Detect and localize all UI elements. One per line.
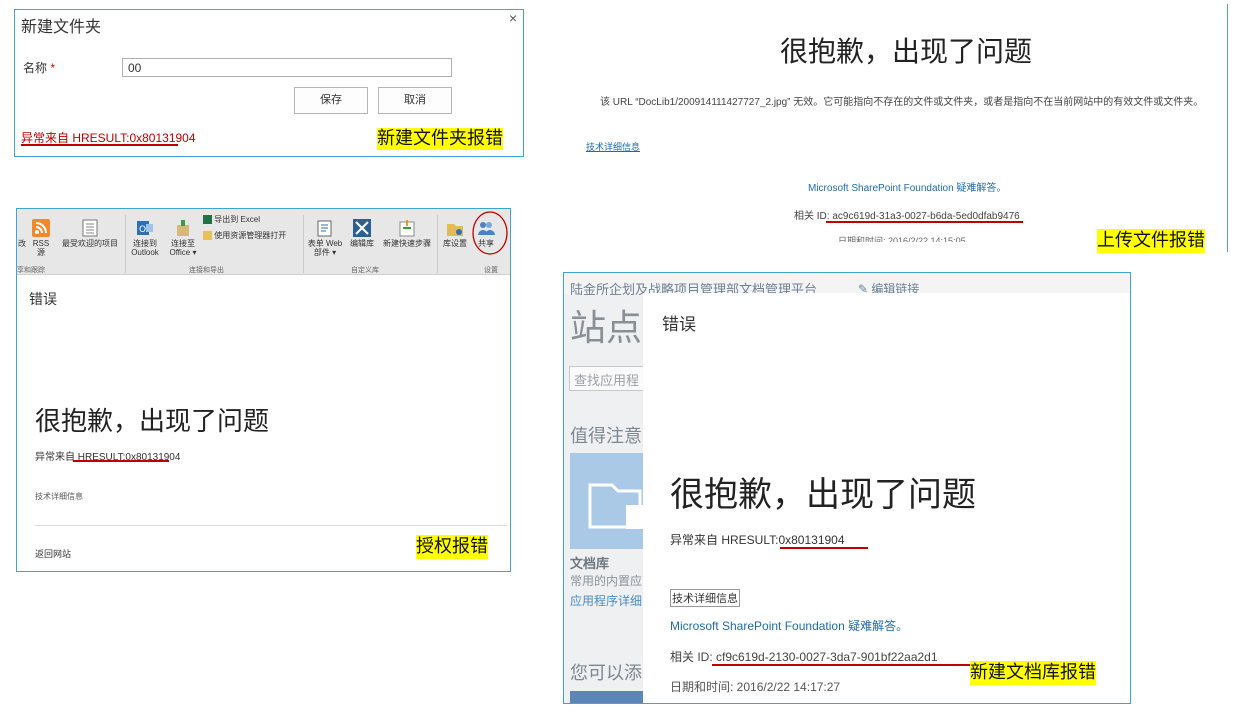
tech-details-link[interactable]: 技术详细信息 (670, 589, 740, 607)
underline-mark (21, 144, 178, 146)
rss-icon (32, 219, 50, 237)
name-label-text: 名称 (23, 61, 48, 75)
ribbon-label: 编辑库 (350, 239, 374, 248)
frame-edge (1227, 4, 1228, 252)
ribbon-label: 导出到 Excel (214, 215, 261, 224)
cancel-button[interactable]: 取消 (378, 87, 452, 114)
upload-error-page: 很抱歉，出现了问题 该 URL “DocLib1/200914111427727… (536, 0, 1230, 256)
correlation-id: 相关 ID: cf9c619d-2130-0027-3da7-901bf22aa… (670, 650, 938, 664)
annotation-label: 上传文件报错 (1097, 229, 1205, 253)
correlation-id: 相关 ID: ac9c619d-31a3-0027-b6da-5ed0dfab9… (794, 211, 1020, 222)
error-title: 错误 (29, 291, 57, 307)
underline-mark (780, 547, 868, 549)
form-icon (317, 220, 332, 237)
ribbon-group-label: 设置 (484, 267, 498, 274)
ribbon-office[interactable]: 连接至 Office ▾ (165, 219, 201, 257)
required-mark: * (47, 61, 56, 75)
annotation-label: 新建文件夹报错 (377, 128, 503, 150)
explorer-icon (203, 231, 212, 241)
ribbon-label: 表单 Web 部件 ▾ (307, 239, 343, 257)
ribbon-group-label: 享和跟踪 (17, 267, 45, 274)
ribbon-separator (125, 215, 126, 273)
library-settings-icon (447, 224, 463, 236)
svg-text:O: O (139, 225, 146, 235)
background-app-link[interactable]: 应用程序详细 (570, 592, 642, 609)
close-icon[interactable]: × (509, 10, 517, 26)
ribbon-form-webpart[interactable]: 表单 Web 部件 ▾ (305, 219, 345, 257)
ribbon-label: 库设置 (443, 239, 467, 248)
underline-mark (712, 664, 974, 666)
save-button[interactable]: 保存 (294, 87, 368, 114)
document-library-tile[interactable] (570, 453, 648, 549)
background-common-text: 常用的内置应 (570, 574, 643, 588)
error-heading: 很抱歉，出现了问题 (780, 36, 1033, 67)
ribbon-label: 最受欢迎的项目 (62, 239, 118, 248)
ribbon-edit-library[interactable]: 编辑库 (347, 219, 377, 248)
ribbon-separator (437, 215, 438, 273)
divider (35, 525, 507, 526)
background-doclib-label: 文档库 (570, 556, 610, 571)
ribbon-label: 新建快速步骤 (383, 239, 431, 248)
ribbon-group-label: 自定义库 (351, 267, 379, 274)
troubleshoot-link[interactable]: Microsoft SharePoint Foundation 疑难解答。 (808, 179, 1006, 194)
ribbon-separator (303, 215, 304, 273)
ribbon-label: 使用资源管理器打开 (214, 231, 287, 240)
underline-mark (826, 221, 1023, 223)
office-icon (177, 220, 189, 236)
background-notice-heading: 值得注意 (570, 426, 642, 446)
troubleshoot-link[interactable]: Microsoft SharePoint Foundation 疑难解答。 (670, 617, 908, 634)
hand-drawn-circle (472, 211, 508, 255)
ribbon-quick-step[interactable]: 新建快速步骤 (379, 219, 435, 248)
ribbon-label: 连接至 Office ▾ (169, 239, 197, 257)
tech-details-link[interactable]: 技术详细信息 (586, 140, 640, 153)
underline-mark (73, 460, 169, 462)
name-label: 名称 * (23, 59, 55, 76)
edit-library-icon (353, 219, 371, 237)
ribbon-cut-label: 改 (18, 239, 26, 248)
ribbon-outlook[interactable]: O 连接到 Outlook (127, 219, 163, 257)
ribbon: 改 RSS 源 最受欢迎的项目 O 连接到 Outlook 连接至 Office… (17, 209, 510, 275)
ribbon-group-label: 连接和导出 (189, 267, 224, 274)
ribbon-rss[interactable]: RSS 源 (31, 219, 51, 257)
background-tile (570, 691, 648, 703)
background-add-heading: 您可以添 (570, 663, 642, 683)
background-site-heading: 站点 (570, 307, 643, 348)
outlook-icon: O (137, 221, 153, 235)
tech-details-link[interactable]: 技术详细信息 (35, 491, 83, 502)
list-icon (82, 219, 98, 237)
background-search-input[interactable]: 查找应用程 (569, 366, 649, 391)
new-folder-dialog: 新建文件夹 × 名称 * 00 保存 取消 异常来自 HRESULT:0x801… (14, 9, 524, 157)
name-input[interactable]: 00 (122, 58, 452, 77)
authorization-error-page: 改 RSS 源 最受欢迎的项目 O 连接到 Outlook 连接至 Office… (16, 208, 511, 572)
error-heading: 很抱歉，出现了问题 (670, 476, 976, 514)
new-doclib-error-page: 陆金所企划及战略项目管理部文档管理平台 ✎ 编辑链接 站点 查找应用程 值得注意… (563, 272, 1131, 704)
error-title: 错误 (662, 315, 696, 334)
quick-step-icon (399, 220, 415, 237)
annotation-label: 授权报错 (416, 535, 488, 559)
error-heading: 很抱歉，出现了问题 (35, 406, 270, 436)
ribbon-open-explorer[interactable]: 使用资源管理器打开 (203, 231, 299, 241)
date-time: 日期和时间: 2016/2/22 14:17:27 (670, 680, 841, 694)
annotation-label: 新建文档库报错 (970, 661, 1096, 685)
ribbon-label: RSS 源 (32, 239, 50, 257)
ribbon-label: 连接到 Outlook (131, 239, 159, 257)
ribbon-library-settings[interactable]: 库设置 (439, 219, 471, 248)
back-to-site-link[interactable]: 返回网站 (35, 547, 71, 560)
exception-text: 异常来自 HRESULT:0x80131904 (670, 533, 845, 547)
folder-icon (588, 483, 648, 529)
date-time: 日期和时间: 2016/2/22 14:15:05 (838, 236, 966, 242)
dialog-title: 新建文件夹 (21, 19, 102, 36)
ribbon-popular[interactable]: 最受欢迎的项目 (57, 219, 123, 248)
error-description: 该 URL “DocLib1/200914111427727_2.jpg” 无效… (600, 97, 1204, 108)
excel-icon (203, 215, 212, 225)
ribbon-export-excel[interactable]: 导出到 Excel (203, 215, 273, 225)
